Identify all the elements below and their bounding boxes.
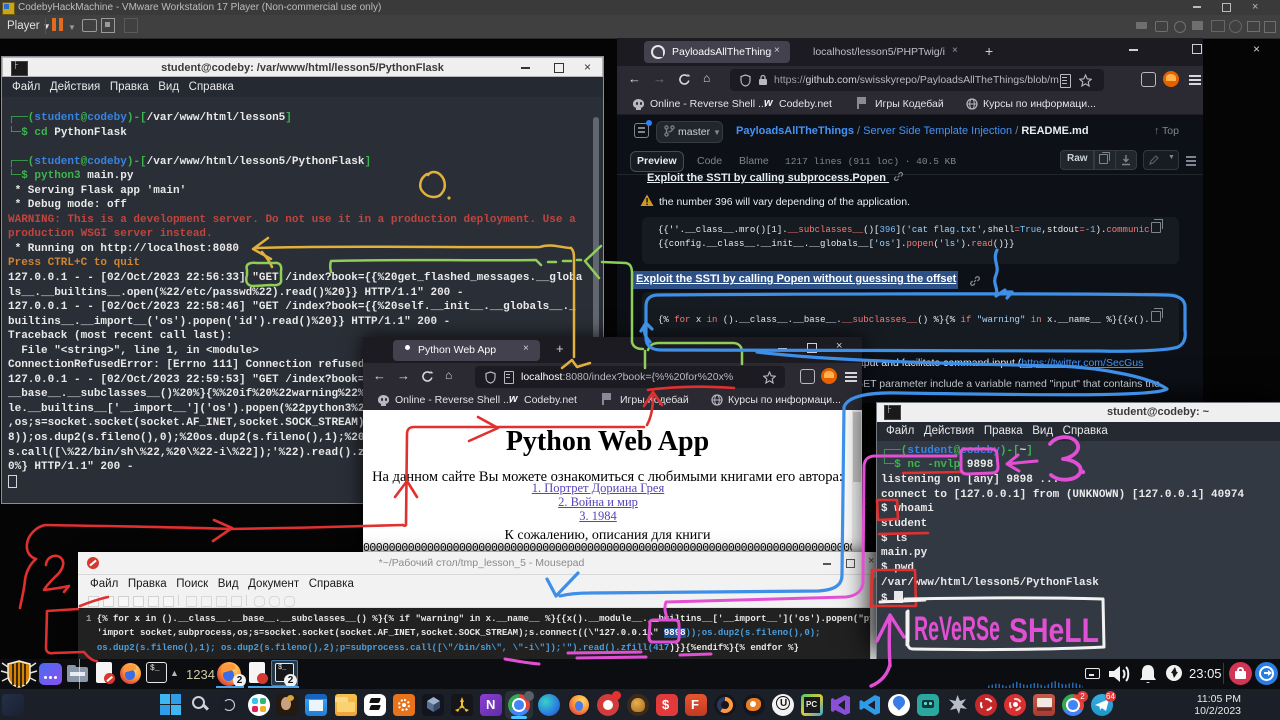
svg-text:SHeLL: SHeLL (1009, 612, 1099, 650)
svg-text:ReVeRSe: ReVeRSe (914, 610, 1000, 648)
